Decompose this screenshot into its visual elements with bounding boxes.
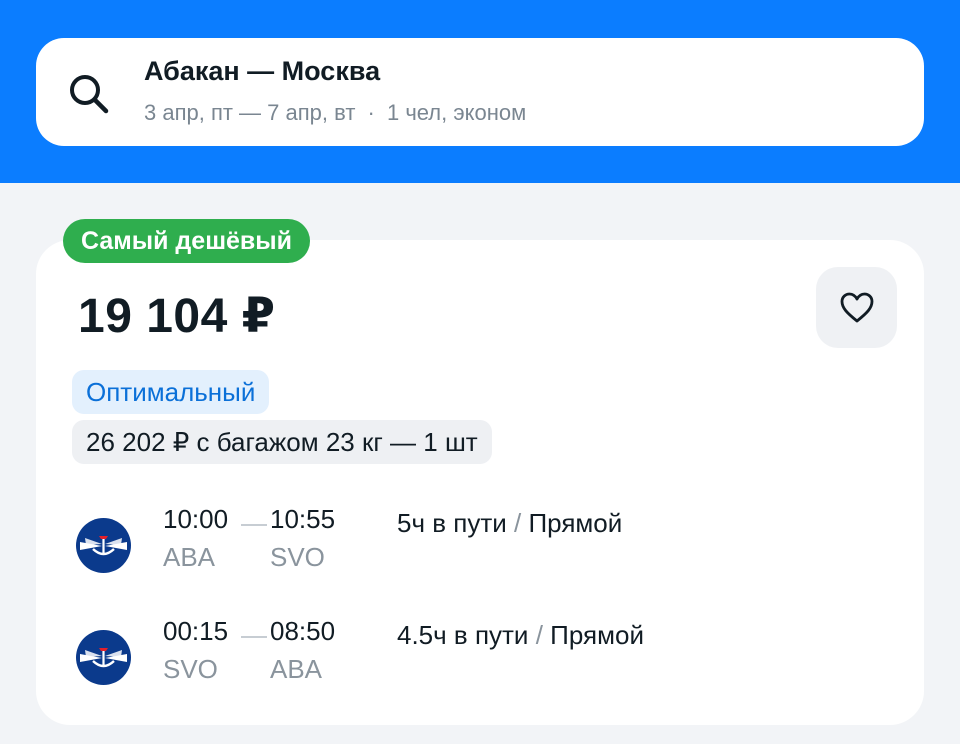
duration-separator: / [535, 620, 543, 650]
search-icon[interactable] [66, 71, 112, 117]
heart-icon [840, 292, 874, 323]
arrival-airport: SVO [270, 542, 325, 572]
time-dash [241, 636, 267, 638]
flight-type: Прямой [528, 508, 623, 538]
aeroflot-logo-icon [76, 518, 131, 573]
departure-time: 00:15 [163, 616, 229, 646]
flight-segment: 10:00 10:55 ABA SVO 5ч в пути / Прямой [0, 504, 960, 594]
cheapest-badge: Самый дешёвый [63, 219, 311, 263]
arrival-time: 10:55 [270, 504, 336, 534]
departure-airport: SVO [163, 654, 218, 684]
tariff-tag: Оптимальный [72, 370, 270, 414]
search-summary-button[interactable] [36, 38, 924, 146]
aeroflot-logo-icon [76, 630, 131, 685]
favorite-button[interactable] [816, 267, 897, 348]
time-dash [241, 524, 267, 526]
flight-type: Прямой [550, 620, 644, 650]
flight-duration: 4.5ч в пути / Прямой [397, 620, 644, 651]
flight-segment: 00:15 08:50 SVO ABA 4.5ч в пути / Прямой [0, 616, 960, 706]
duration-text: 5ч в пути [397, 508, 507, 538]
flight-duration: 5ч в пути / Прямой [397, 508, 622, 539]
departure-airport: ABA [163, 542, 216, 572]
separator-dot: · [367, 100, 375, 125]
offer-price: 19 104 ₽ [78, 290, 276, 343]
duration-text: 4.5ч в пути [397, 620, 529, 650]
baggage-option-tag[interactable]: 26 202 ₽ с багажом 23 кг — 1 шт [72, 420, 492, 464]
search-details: 3 апр, пт — 7 апр, вт · 1 чел, эконом [144, 100, 526, 126]
departure-time: 10:00 [163, 504, 229, 534]
arrival-time: 08:50 [270, 616, 336, 646]
duration-separator: / [514, 508, 522, 538]
search-passengers: 1 чел, эконом [386, 100, 527, 125]
route-title: Абакан — Москва [144, 56, 381, 86]
search-dates: 3 апр, пт — 7 апр, вт [144, 100, 356, 125]
arrival-airport: ABA [270, 654, 323, 684]
